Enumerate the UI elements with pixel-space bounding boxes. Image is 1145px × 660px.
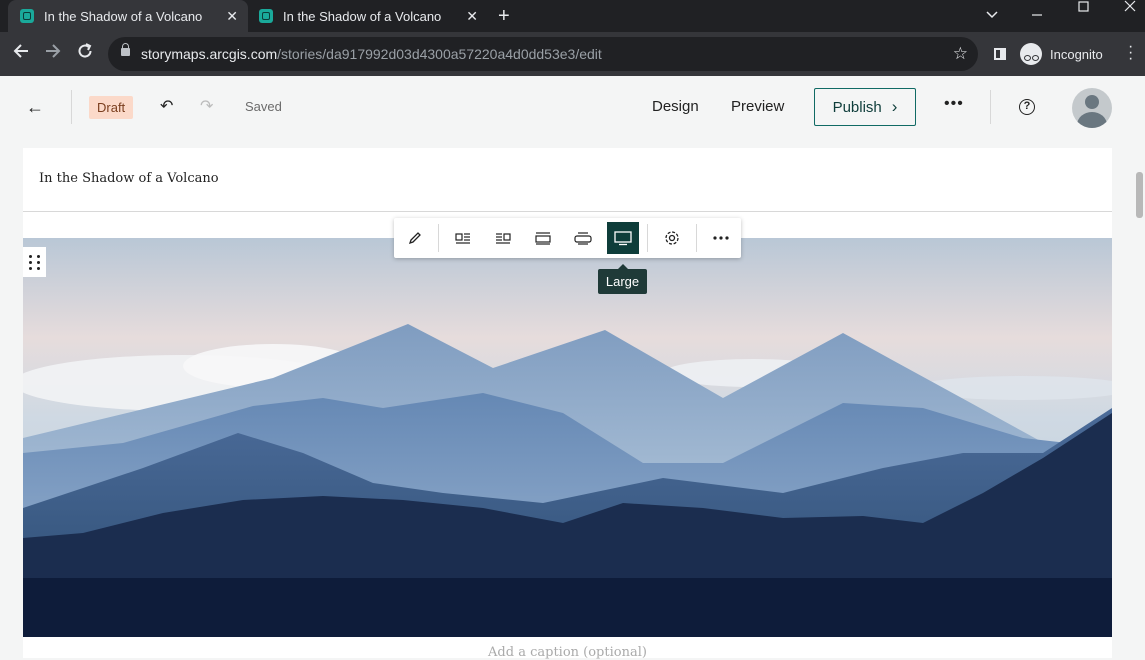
tab-title: In the Shadow of a Volcano [44,8,203,24]
divider [990,90,991,124]
incognito-profile-button[interactable]: Incognito [1020,41,1103,67]
publish-button[interactable]: Publish › [814,88,916,126]
save-status: Saved [245,99,282,114]
browser-tab-1[interactable]: In the Shadow of a Volcano ✕ [8,0,248,32]
divider [71,90,72,124]
float-right-icon[interactable] [487,222,519,254]
design-button[interactable]: Design [652,98,699,115]
wide-width-icon[interactable] [567,222,599,254]
avatar[interactable] [1072,88,1112,128]
chevron-right-icon: › [891,97,898,116]
storymaps-favicon-icon [259,9,273,23]
large-width-icon[interactable] [607,222,639,254]
grip-icon [28,254,41,270]
redo-button[interactable]: ↷ [200,96,213,116]
help-button[interactable]: ? [1019,99,1035,115]
undo-button[interactable]: ↶ [160,96,173,116]
divider [438,224,439,252]
tooltip: Large [598,264,647,294]
standard-width-icon[interactable] [527,222,559,254]
storymaps-favicon-icon [20,9,34,23]
browser-toolbar: storymaps.arcgis.com/stories/da917992d03… [0,32,1145,76]
status-badge: Draft [89,96,134,119]
divider [23,211,1112,212]
float-left-icon[interactable] [447,222,479,254]
scrollbar[interactable] [1136,172,1143,218]
preview-button[interactable]: Preview [731,98,784,115]
edit-icon[interactable] [399,222,431,254]
profile-label: Incognito [1050,46,1103,62]
bookmark-star-icon[interactable]: ☆ [953,44,968,64]
side-panel-icon[interactable] [994,48,1006,60]
reload-icon[interactable] [76,42,94,65]
story-title[interactable]: In the Shadow of a Volcano [39,171,219,186]
back-arrow-icon[interactable] [12,42,30,65]
new-tab-button[interactable]: + [498,5,510,27]
tab-title: In the Shadow of a Volcano [283,8,442,24]
browser-menu-icon[interactable]: · · · [1128,39,1133,67]
image-toolbar [394,218,741,258]
close-tab-icon[interactable]: ✕ [226,8,238,24]
publish-label: Publish [832,98,882,116]
close-window-icon[interactable] [1123,0,1137,32]
divider [647,224,648,252]
browser-tab-bar: In the Shadow of a Volcano ✕ In the Shad… [0,0,1145,32]
address-bar[interactable]: storymaps.arcgis.com/stories/da917992d03… [108,37,978,71]
divider [696,224,697,252]
incognito-icon [1020,43,1042,65]
more-options-button[interactable]: ••• [944,95,964,113]
more-icon[interactable] [705,222,737,254]
maximize-icon[interactable] [1077,0,1091,32]
drag-handle[interactable] [23,247,46,277]
forward-arrow-icon[interactable] [44,42,62,65]
settings-icon[interactable] [656,222,688,254]
close-tab-icon[interactable]: ✕ [466,8,478,24]
browser-tab-2[interactable]: In the Shadow of a Volcano ✕ [248,0,488,32]
url-text: storymaps.arcgis.com/stories/da917992d03… [141,46,602,62]
lock-icon [121,43,130,56]
volcano-landscape-image[interactable] [23,238,1112,637]
back-button[interactable]: ← [26,97,44,118]
story-builder-header: ← Draft ↶ ↷ Saved Design Preview Publish… [0,76,1145,139]
